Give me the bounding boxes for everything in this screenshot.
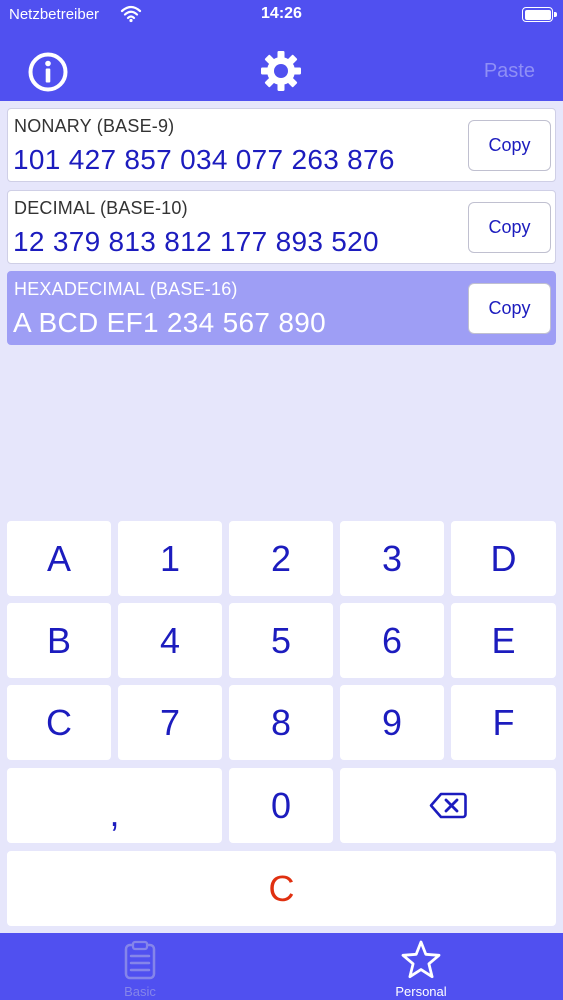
backspace-icon (429, 792, 467, 819)
copy-hexadecimal-button[interactable]: Copy (468, 283, 551, 334)
key-b[interactable]: B (7, 603, 111, 678)
key-8[interactable]: 8 (229, 685, 333, 760)
hexadecimal-value: A BCD EF1 234 567 890 (13, 307, 326, 338)
key-3[interactable]: 3 (340, 521, 444, 596)
battery-icon (522, 7, 557, 22)
key-9[interactable]: 9 (340, 685, 444, 760)
key-separator[interactable]: , (7, 768, 222, 843)
copy-nonary-button[interactable]: Copy (468, 120, 551, 171)
star-icon (401, 940, 441, 979)
nonary-row[interactable]: NONARY (BASE-9) 101 427 857 034 077 263 … (7, 108, 556, 182)
tab-bar: Basic Personal (0, 933, 563, 1000)
hexadecimal-label: HEXADECIMAL (BASE-16) (14, 279, 238, 299)
info-icon[interactable] (27, 51, 69, 93)
tab-personal[interactable]: Personal (351, 933, 491, 1000)
hexadecimal-row[interactable]: HEXADECIMAL (BASE-16) A BCD EF1 234 567 … (7, 271, 556, 345)
key-d[interactable]: D (451, 521, 556, 596)
key-0[interactable]: 0 (229, 768, 333, 843)
copy-decimal-button[interactable]: Copy (468, 202, 551, 253)
key-e[interactable]: E (451, 603, 556, 678)
nonary-label: NONARY (BASE-9) (14, 116, 175, 136)
key-f[interactable]: F (451, 685, 556, 760)
key-6[interactable]: 6 (340, 603, 444, 678)
tab-personal-label: Personal (395, 984, 447, 999)
key-7[interactable]: 7 (118, 685, 222, 760)
navigation-bar: Netzbetreiber 14:26 Paste (0, 0, 563, 101)
gear-icon[interactable] (259, 49, 303, 93)
key-1[interactable]: 1 (118, 521, 222, 596)
decimal-row[interactable]: DECIMAL (BASE-10) 12 379 813 812 177 893… (7, 190, 556, 264)
nonary-value: 101 427 857 034 077 263 876 (13, 144, 395, 175)
clear-button[interactable]: C (7, 851, 556, 926)
key-4[interactable]: 4 (118, 603, 222, 678)
key-5[interactable]: 5 (229, 603, 333, 678)
decimal-value: 12 379 813 812 177 893 520 (13, 226, 379, 257)
tab-basic-label: Basic (124, 984, 156, 999)
key-c[interactable]: C (7, 685, 111, 760)
paste-button[interactable]: Paste (484, 60, 535, 83)
status-bar: Netzbetreiber 14:26 (0, 0, 563, 32)
clipboard-icon (124, 940, 156, 980)
key-a[interactable]: A (7, 521, 111, 596)
status-time: 14:26 (261, 5, 302, 22)
key-2[interactable]: 2 (229, 521, 333, 596)
backspace-button[interactable] (340, 768, 556, 843)
tab-basic[interactable]: Basic (70, 933, 210, 1000)
decimal-label: DECIMAL (BASE-10) (14, 198, 188, 218)
